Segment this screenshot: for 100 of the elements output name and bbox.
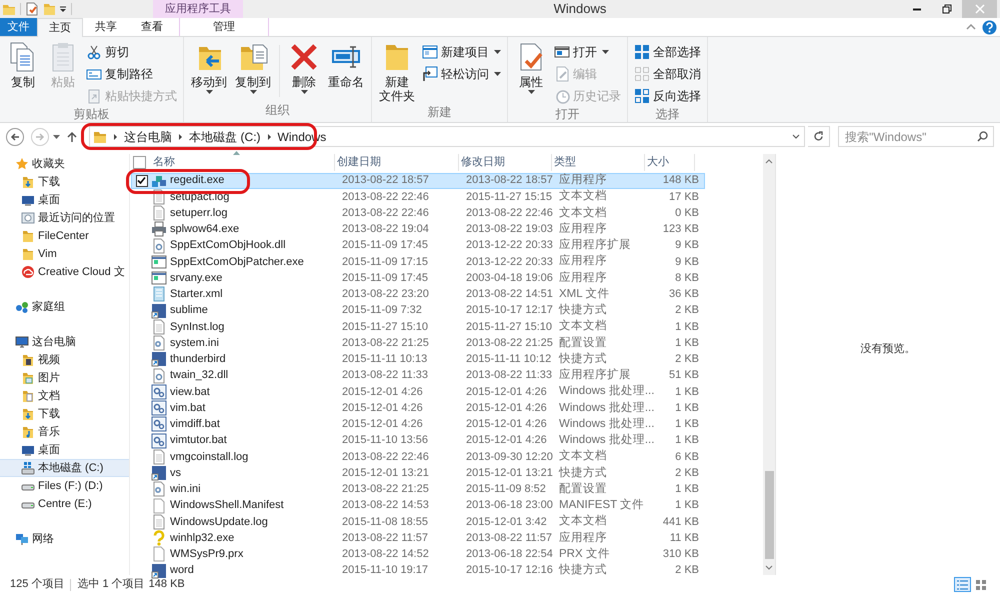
videos-folder-icon bbox=[21, 353, 35, 367]
ribbon-button[interactable]: 复制到 bbox=[232, 41, 274, 101]
checkbox[interactable] bbox=[136, 174, 148, 187]
navigation-item[interactable]: 收藏夹 bbox=[0, 155, 129, 173]
file-row[interactable]: vmgcoinstall.log 2013-08-22 22:46 2013-09-30 12:20 文本文档 6 KB bbox=[131, 448, 705, 465]
navigation-item[interactable]: FileCenter bbox=[0, 227, 129, 245]
navigation-item[interactable]: 最近访问的位置 bbox=[0, 209, 129, 227]
ribbon-button[interactable]: 属性 bbox=[512, 41, 550, 105]
breadcrumb-segment[interactable]: 这台电脑 bbox=[124, 128, 172, 146]
ribbon-tab[interactable]: 查看 bbox=[129, 18, 175, 36]
column-header[interactable]: 修改日期 bbox=[459, 154, 552, 170]
file-row[interactable]: splwow64.exe 2013-08-22 19:04 2013-08-22 19:03 应用程序 123 KB bbox=[131, 221, 705, 238]
column-header[interactable]: 类型 bbox=[552, 154, 645, 170]
navigation-item[interactable]: Vim bbox=[0, 245, 129, 263]
created-date: 2013-08-22 23:20 bbox=[342, 287, 430, 302]
file-size: 17 KB bbox=[668, 190, 699, 205]
ribbon-tab[interactable]: 主页 bbox=[37, 18, 83, 37]
navigation-item[interactable]: Creative Cloud 文 bbox=[0, 263, 129, 281]
back-button[interactable] bbox=[6, 128, 24, 146]
ribbon-button[interactable]: 剪切 bbox=[86, 42, 177, 61]
file-row[interactable]: SppExtComObjPatcher.exe 2015-11-09 17:15 2013-12-22 20:33 应用程序 9 KB bbox=[131, 254, 705, 270]
file-row[interactable]: win.ini 2013-08-22 21:25 2015-11-09 8:52 配置设置 1 KB bbox=[131, 481, 705, 498]
navigation-item[interactable]: 音乐 bbox=[0, 423, 129, 441]
navigation-item[interactable]: 这台电脑 bbox=[0, 333, 129, 351]
navigation-item[interactable]: Centre (E:) bbox=[0, 495, 129, 513]
search-field[interactable]: 搜索"Windows" bbox=[838, 126, 994, 147]
file-row[interactable]: vs 2015-12-01 13:21 2015-12-01 13:21 快捷方式 2 KB bbox=[131, 465, 705, 482]
navigation-item[interactable]: 家庭组 bbox=[0, 298, 129, 316]
chevron-icon bbox=[178, 132, 184, 140]
navigation-item[interactable]: 桌面 bbox=[0, 441, 129, 459]
navigation-item[interactable]: 网络 bbox=[0, 530, 129, 548]
ribbon-button[interactable]: 移动到 bbox=[188, 41, 230, 101]
file-row[interactable]: setupact.log 2013-08-22 22:46 2015-11-27 15:15 文本文档 17 KB bbox=[131, 188, 705, 205]
ribbon-button[interactable]: 复制路径 bbox=[86, 64, 177, 83]
ribbon-button[interactable]: 全部取消 bbox=[634, 64, 701, 83]
file-type: 应用程序 bbox=[559, 172, 608, 188]
column-header[interactable]: 大小 bbox=[645, 154, 695, 170]
ribbon-button[interactable]: 复制 bbox=[4, 41, 42, 105]
navigation-item[interactable]: 文档 bbox=[0, 387, 129, 405]
file-row[interactable]: vimdiff.bat 2015-12-01 4:26 2015-12-01 4:26 Windows 批处理... 1 KB bbox=[131, 416, 705, 432]
ribbon-button[interactable]: 删除 bbox=[285, 41, 323, 101]
up-arrow-icon bbox=[67, 130, 78, 142]
ribbon-tab[interactable]: 文件 bbox=[0, 18, 37, 36]
select-all-checkbox[interactable] bbox=[133, 156, 146, 169]
breadcrumb-segment[interactable]: 本地磁盘 (C:) bbox=[189, 128, 261, 146]
dropdown-icon bbox=[791, 132, 802, 142]
file-type: 应用程序 bbox=[559, 253, 608, 270]
navigation-item[interactable]: 图片 bbox=[0, 369, 129, 387]
ribbon-button[interactable]: 轻松访问 bbox=[422, 64, 501, 83]
navigation-item[interactable]: 下载 bbox=[0, 405, 129, 423]
file-row[interactable]: vimtutor.bat 2015-11-10 13:56 2015-12-01 4:26 Windows 批处理... 1 KB bbox=[131, 432, 705, 449]
details-view-button[interactable] bbox=[954, 577, 971, 592]
column-header[interactable]: 名称 bbox=[151, 154, 335, 170]
scrollbar-thumb[interactable] bbox=[764, 471, 774, 559]
file-row[interactable]: srvany.exe 2015-11-09 17:45 2003-04-18 19:06 应用程序 8 KB bbox=[131, 270, 705, 286]
navigation-item[interactable]: 视频 bbox=[0, 351, 129, 369]
file-row[interactable]: system.ini 2013-08-22 21:25 2013-08-22 21:25 配置设置 1 KB bbox=[131, 335, 705, 352]
file-size: 1 KB bbox=[674, 498, 699, 514]
ribbon-button[interactable]: 全部选择 bbox=[634, 42, 701, 61]
file-row[interactable]: WMSysPr9.prx 2013-08-22 14:52 2013-06-18 22:54 PRX 文件 310 KB bbox=[131, 546, 705, 562]
ribbon-button[interactable]: 反向选择 bbox=[634, 86, 701, 105]
file-type: 应用程序 bbox=[559, 530, 608, 546]
scrollbar[interactable] bbox=[763, 154, 775, 575]
navigation-item[interactable]: 桌面 bbox=[0, 191, 129, 209]
ribbon-button[interactable]: 重命名 bbox=[325, 41, 367, 101]
file-row[interactable]: setuperr.log 2013-08-22 22:46 2013-08-22 22:46 文本文档 0 KB bbox=[131, 205, 705, 222]
file-row[interactable]: twain_32.dll 2013-08-22 11:33 2013-08-22 11:33 应用程序扩展 51 KB bbox=[131, 368, 705, 384]
file-row[interactable]: thunderbird 2015-11-11 10:13 2015-11-11 10:12 快捷方式 2 KB bbox=[131, 351, 705, 368]
ribbon-tab[interactable]: 共享 bbox=[83, 18, 129, 36]
refresh-button[interactable] bbox=[808, 126, 830, 147]
ribbon-tab[interactable]: 管理 bbox=[179, 18, 269, 36]
file-type: 应用程序 bbox=[559, 270, 608, 286]
file-row[interactable]: sublime 2015-11-09 7:32 2015-10-17 12:17 快捷方式 2 KB bbox=[131, 302, 705, 319]
file-row[interactable]: Starter.xml 2013-08-22 23:20 2013-08-22 14:51 XML 文件 36 KB bbox=[131, 286, 705, 302]
file-row[interactable]: vim.bat 2015-12-01 4:26 2015-12-01 4:26 Windows 批处理... 1 KB bbox=[131, 400, 705, 416]
collapse-ribbon-icon bbox=[966, 24, 976, 30]
file-row[interactable]: WindowsUpdate.log 2015-11-08 18:55 2015-12-01 3:42 文本文档 441 KB bbox=[131, 514, 705, 530]
file-row[interactable]: WindowsShell.Manifest 2013-08-22 14:53 2013-06-18 23:00 MANIFEST 文件 1 KB bbox=[131, 498, 705, 514]
file-row[interactable]: regedit.exe 2013-08-22 18:57 2013-08-22 18:57 应用程序 148 KB bbox=[131, 172, 705, 189]
modified-date: 2013-08-22 19:03 bbox=[466, 222, 554, 238]
file-row[interactable]: winhlp32.exe 2013-08-22 11:57 2013-08-22 11:57 应用程序 11 KB bbox=[131, 530, 705, 546]
new-folder-icon bbox=[42, 2, 56, 16]
navigation-item[interactable]: Files (F:) (D:) bbox=[0, 477, 129, 495]
file-row[interactable]: SppExtComObjHook.dll 2015-11-09 17:45 2013-12-22 20:33 应用程序扩展 9 KB bbox=[131, 238, 705, 254]
column-header[interactable]: 创建日期 bbox=[335, 154, 459, 170]
file-row[interactable]: word 2015-11-10 19:17 2015-10-17 12:16 快捷方式 2 KB bbox=[131, 562, 705, 579]
ribbon-button[interactable]: 新建 文件夹 bbox=[376, 41, 418, 103]
file-row[interactable]: SynInst.log 2015-11-27 15:10 2015-11-27 15:10 文本文档 1 KB bbox=[131, 318, 705, 335]
downloads-folder-icon bbox=[21, 175, 35, 189]
file-name: WindowsShell.Manifest bbox=[170, 498, 285, 514]
ribbon-button[interactable]: 打开 bbox=[554, 42, 621, 61]
file-row[interactable]: view.bat 2015-12-01 4:26 2015-12-01 4:26 Windows 批处理... 1 KB bbox=[131, 384, 705, 400]
file-type: Windows 批处理... bbox=[559, 416, 656, 432]
navigation-item[interactable]: 本地磁盘 (C:) bbox=[0, 459, 129, 477]
file-name: regedit.exe bbox=[170, 173, 226, 188]
navigation-item[interactable]: 下载 bbox=[0, 173, 129, 191]
file-type: 文本文档 bbox=[559, 318, 608, 334]
file-size: 2 KB bbox=[674, 466, 699, 481]
created-date: 2015-12-01 13:21 bbox=[342, 466, 430, 481]
ribbon-button[interactable]: 新建项目 bbox=[422, 42, 501, 61]
